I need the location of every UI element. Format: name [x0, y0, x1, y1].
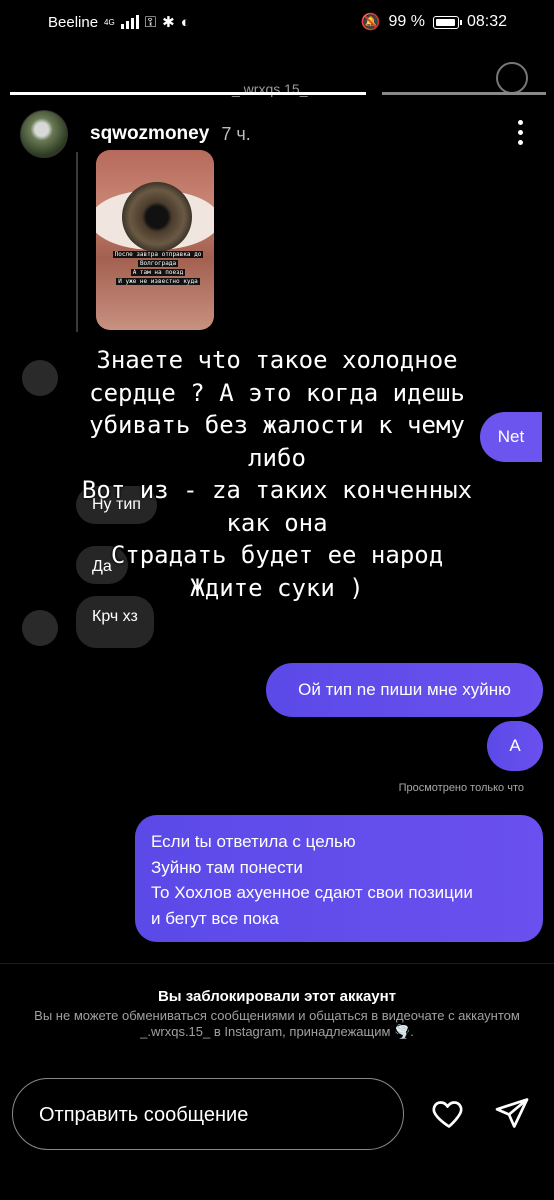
story-progress-bar [10, 92, 366, 95]
sender-avatar[interactable] [22, 610, 58, 646]
username[interactable]: sqwozmoney [90, 123, 209, 145]
avatar[interactable] [20, 110, 68, 158]
story-overlay-text: Знаете чtо такое холодное сердце ? А это… [0, 344, 554, 604]
mute-icon: 🔕 [360, 14, 381, 31]
overlay-line: сердце ? А это когда идешь [89, 378, 465, 407]
reply-thread-line [76, 152, 78, 332]
message-line: То Хохлов ахуенное сдают свои позиции [151, 883, 473, 902]
eye-image [96, 182, 214, 252]
story-progress-bar-next [382, 92, 546, 95]
network-label: 4G [104, 17, 115, 27]
battery-percent: 99 % [388, 13, 425, 30]
seen-status: Просмотрено только что [398, 782, 524, 794]
overlay-line: Вот из - za таких конченных [81, 476, 473, 504]
battery-icon [432, 15, 462, 29]
message-composer[interactable] [12, 1078, 404, 1150]
heart-icon[interactable] [430, 1095, 468, 1131]
thumb-line: Волгограда [137, 260, 179, 267]
overlay-line: Ждите суки ) [190, 573, 364, 602]
status-left: Beeline 4G ⚿ ✱ ◐ [48, 13, 190, 32]
thumb-line: А там на поезд [130, 269, 186, 276]
overlay-line: как она [226, 508, 328, 537]
status-right: 🔕 99 % 08:32 [361, 12, 507, 32]
overlay-line: либо [248, 443, 306, 472]
message-line: Если tы ответила с целью [151, 832, 356, 851]
overlay-line: Знаете чtо такое холодное [96, 346, 458, 374]
more-icon[interactable] [518, 120, 524, 150]
message-line: Зуйню там понести [151, 857, 303, 877]
carrier-label: Beeline [48, 13, 99, 31]
status-bar: Beeline 4G ⚿ ✱ ◐ 🔕 99 % 08:32 [0, 0, 554, 44]
thumb-text: После завтра отправка до Волгограда А та… [108, 250, 208, 286]
blocked-description: Вы не можете обмениваться сообщениями и … [34, 1008, 520, 1039]
bluetooth-icon: ✱ [162, 14, 175, 31]
time-ago: 7 ч. [221, 123, 251, 144]
message-input[interactable] [37, 1097, 381, 1133]
blocked-title: Вы заблокировали этот аккаунт [157, 988, 397, 1005]
divider [0, 963, 554, 964]
message-out[interactable]: Ой тип ne пиши мне хуйню [266, 663, 543, 717]
key-icon: ⚿ [144, 13, 157, 31]
clock: 08:32 [466, 13, 507, 30]
overlay-line: Страдать будет ее народ [110, 541, 444, 569]
signal-icon [120, 15, 139, 29]
thumb-line: После завтра отправка до [112, 251, 204, 258]
ghost-circle-icon [496, 62, 528, 94]
message-out-long[interactable]: Если tы ответила с целью Зуйню там понес… [135, 815, 543, 942]
overlay-line: убивать без жалости к чему [89, 411, 465, 439]
message-out[interactable]: А [487, 721, 543, 771]
thumb-line: И уже не известно куда [116, 278, 200, 285]
story-thumbnail[interactable]: После завтра отправка до Волгограда А та… [96, 150, 214, 330]
send-icon[interactable] [494, 1095, 530, 1131]
message-line: и бегут все пока [151, 908, 279, 928]
contrast-icon: ◐ [180, 13, 190, 31]
